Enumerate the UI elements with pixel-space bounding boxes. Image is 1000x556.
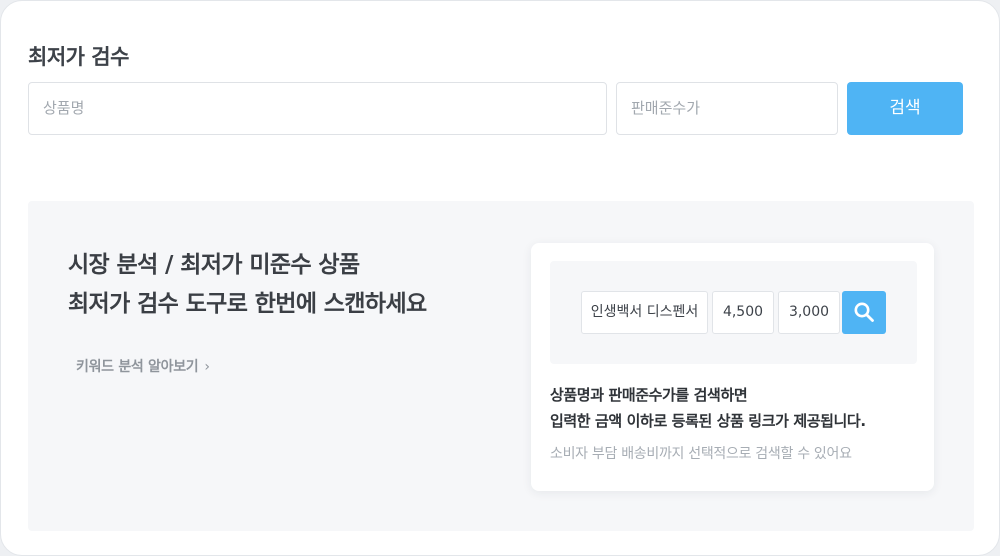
demo-limit-field: 3,000 <box>778 291 840 334</box>
lowest-price-check-card: 최저가 검수 상품명 판매준수가 검색 시장 분석 / 최저가 미준수 상품 최… <box>0 0 1000 556</box>
demo-search-area: 인생백서 디스펜서 4,500 3,000 <box>550 261 917 364</box>
demo-description-line1: 상품명과 판매준수가를 검색하면 <box>550 386 748 404</box>
promo-headline-line2: 최저가 검수 도구로 한번에 스캔하세요 <box>68 291 427 317</box>
compliance-price-input[interactable]: 판매준수가 <box>616 82 838 135</box>
product-name-input[interactable]: 상품명 <box>28 82 607 135</box>
promo-panel: 시장 분석 / 최저가 미준수 상품 최저가 검수 도구로 한번에 스캔하세요 … <box>28 201 974 531</box>
search-button[interactable]: 검색 <box>847 82 963 135</box>
demo-product-field: 인생백서 디스펜서 <box>581 291 708 334</box>
page-title: 최저가 검수 <box>28 45 129 69</box>
promo-headline: 시장 분석 / 최저가 미준수 상품 최저가 검수 도구로 한번에 스캔하세요 <box>68 246 427 324</box>
chevron-right-icon: › <box>204 359 210 375</box>
demo-description-line2: 입력한 금액 이하로 등록된 상품 링크가 제공됩니다. <box>550 412 866 430</box>
demo-card: 인생백서 디스펜서 4,500 3,000 상품명과 판매준수가를 검색하면 입… <box>531 243 934 491</box>
keyword-analysis-link[interactable]: 키워드 분석 알아보기 › <box>76 356 210 376</box>
keyword-analysis-link-label: 키워드 분석 알아보기 <box>76 359 199 375</box>
search-icon <box>854 302 874 322</box>
demo-price-field: 4,500 <box>712 291 774 334</box>
demo-search-button <box>842 291 886 334</box>
demo-subdescription: 소비자 부담 배송비까지 선택적으로 검색할 수 있어요 <box>550 446 852 462</box>
promo-headline-line1: 시장 분석 / 최저가 미준수 상품 <box>68 252 360 278</box>
